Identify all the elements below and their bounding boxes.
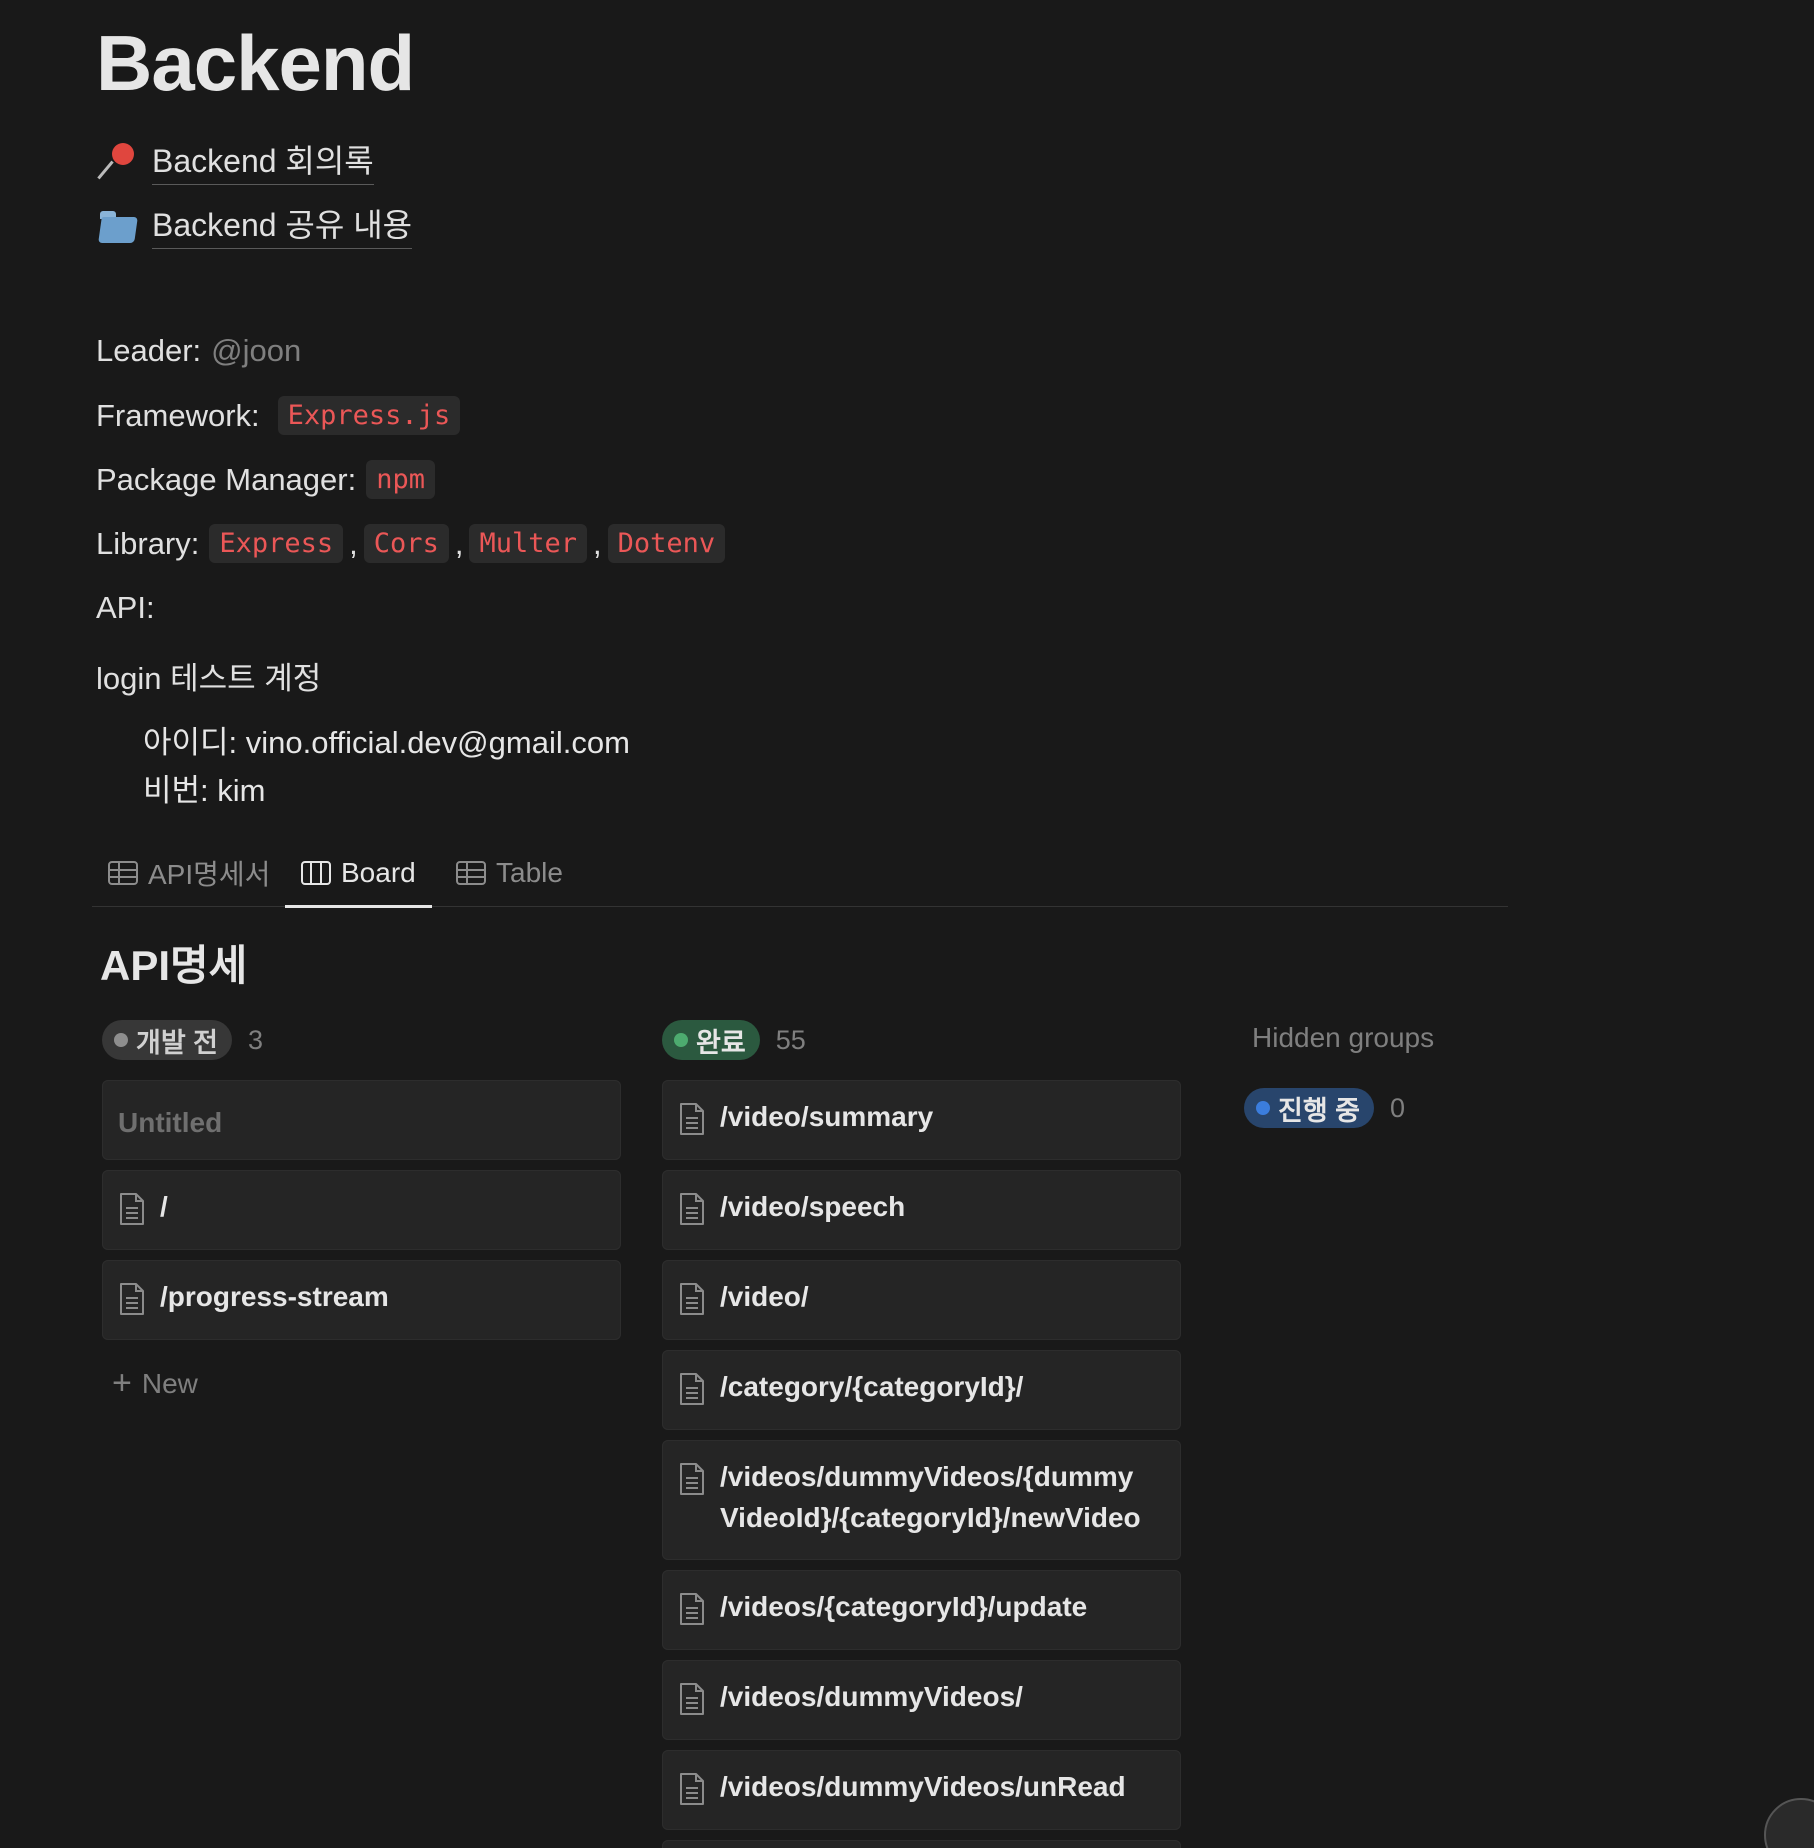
card-title: /video/speech [720,1191,906,1222]
api-label: API: [96,590,155,625]
document-icon [120,1193,144,1225]
board-card[interactable]: /progress-stream [102,1260,621,1340]
status-label: 개발 전 [136,1027,219,1058]
library-code: Express [209,524,344,563]
document-icon [680,1593,704,1625]
document-icon [680,1463,704,1495]
board-card[interactable]: /videos/dummyVideos/unRead [662,1750,1181,1830]
document-icon [120,1283,144,1315]
card-title: /videos/dummyVideos/{dummyVideoId}/{cate… [720,1461,1141,1533]
status-badge: 개발 전 [102,1020,233,1060]
new-label: New [141,1367,198,1399]
board-icon [301,861,331,885]
card-title: /category/{categoryId}/ [720,1371,1024,1402]
tab-board[interactable]: Board [285,840,432,908]
tab-label: Board [341,857,416,888]
plus-icon: + [112,1364,132,1402]
hidden-groups-label[interactable]: Hidden groups [1252,1022,1434,1054]
page-link-meeting-notes[interactable]: Backend 회의록 [98,136,374,185]
table-icon [108,861,138,885]
status-label: 진행 중 [1278,1095,1361,1126]
group-header-not-started[interactable]: 개발 전 3 [102,1019,263,1061]
card-title: /videos/{categoryId}/update [720,1591,1088,1622]
status-dot [1256,1101,1270,1115]
status-badge: 완료 [662,1020,760,1060]
group-count: 55 [775,1024,806,1055]
leader-property: Leader: @joon [96,333,301,369]
page-link-label: Backend 회의록 [152,136,374,185]
database-title[interactable]: API명세 [100,932,247,993]
status-dot [114,1033,128,1047]
framework-label: Framework: [96,397,260,433]
board-card[interactable]: /videos/{categoryId}/update [662,1570,1181,1650]
board-card[interactable]: /videos/dummyVideos/ [662,1660,1181,1740]
package-manager-code: npm [366,460,435,499]
library-property: Library: Express , Cors , Multer , Doten… [96,524,726,563]
login-password-line: 비번: kim [143,773,266,808]
pushpin-icon [98,141,142,181]
login-test-heading: login 테스트 계정 [96,661,322,696]
board-card[interactable]: /category/{categoryId}/ [662,1350,1181,1430]
library-separator: , [349,525,358,561]
tab-label: Table [496,857,563,888]
card-title: /video/ [720,1281,809,1312]
status-label: 완료 [696,1027,746,1058]
group-count: 3 [248,1024,264,1055]
help-button[interactable] [1764,1798,1814,1848]
framework-code: Express.js [277,396,461,435]
library-separator: , [593,525,602,561]
document-icon [680,1683,704,1715]
package-manager-label: Package Manager: [96,461,357,497]
folder-icon [98,205,142,245]
leader-label: Leader: [96,333,202,368]
card-title: / [160,1191,168,1222]
status-dot [674,1033,688,1047]
document-icon [680,1773,704,1805]
card-title: /progress-stream [160,1281,389,1312]
api-property: API: [96,590,155,626]
hidden-group-in-progress[interactable]: 진행 중 0 [1244,1087,1405,1129]
group-count: 0 [1390,1092,1406,1123]
card-title: /videos/dummyVideos/ [720,1681,1023,1712]
page-link-shared-content[interactable]: Backend 공유 내용 [98,200,413,249]
document-icon [680,1193,704,1225]
framework-property: Framework: Express.js [96,396,461,435]
library-code: Multer [469,524,587,563]
tab-api-spec[interactable]: API명세서 [108,840,270,906]
document-icon [680,1103,704,1135]
page-link-label: Backend 공유 내용 [152,200,413,249]
library-code: Cors [363,524,449,563]
board-card[interactable]: Untitled [102,1080,621,1160]
group-header-done[interactable]: 완료 55 [662,1019,806,1061]
database-view-tabs: API명세서 Board Table [92,840,1508,908]
tab-table[interactable]: Table [456,840,563,906]
package-manager-property: Package Manager: npm [96,460,435,499]
board-card[interactable]: / [102,1170,621,1250]
document-icon [680,1283,704,1315]
board-card[interactable] [662,1840,1181,1848]
board-card[interactable]: /video/ [662,1260,1181,1340]
tab-label: API명세서 [148,859,271,890]
board-card[interactable]: /video/summary [662,1080,1181,1160]
library-code: Dotenv [607,524,726,563]
card-title: /videos/dummyVideos/unRead [720,1771,1126,1802]
card-title: /video/summary [720,1101,934,1132]
new-card-button[interactable]: + New [112,1364,198,1403]
document-icon [680,1373,704,1405]
leader-mention[interactable]: @joon [211,333,301,369]
status-badge: 진행 중 [1244,1088,1375,1128]
page-title: Backend [96,19,415,107]
library-separator: , [454,525,464,561]
board-card[interactable]: /videos/dummyVideos/{dummyVideoId}/{cate… [662,1440,1181,1560]
notion-page: Backend Backend 회의록 Backend 공유 내용 Leader… [0,0,1814,1848]
table-icon [456,861,486,885]
board-card[interactable]: /video/speech [662,1170,1181,1250]
login-id-line: 아이디: vino.official.dev@gmail.com [143,725,630,760]
card-title: Untitled [118,1107,223,1138]
library-label: Library: [96,525,200,561]
